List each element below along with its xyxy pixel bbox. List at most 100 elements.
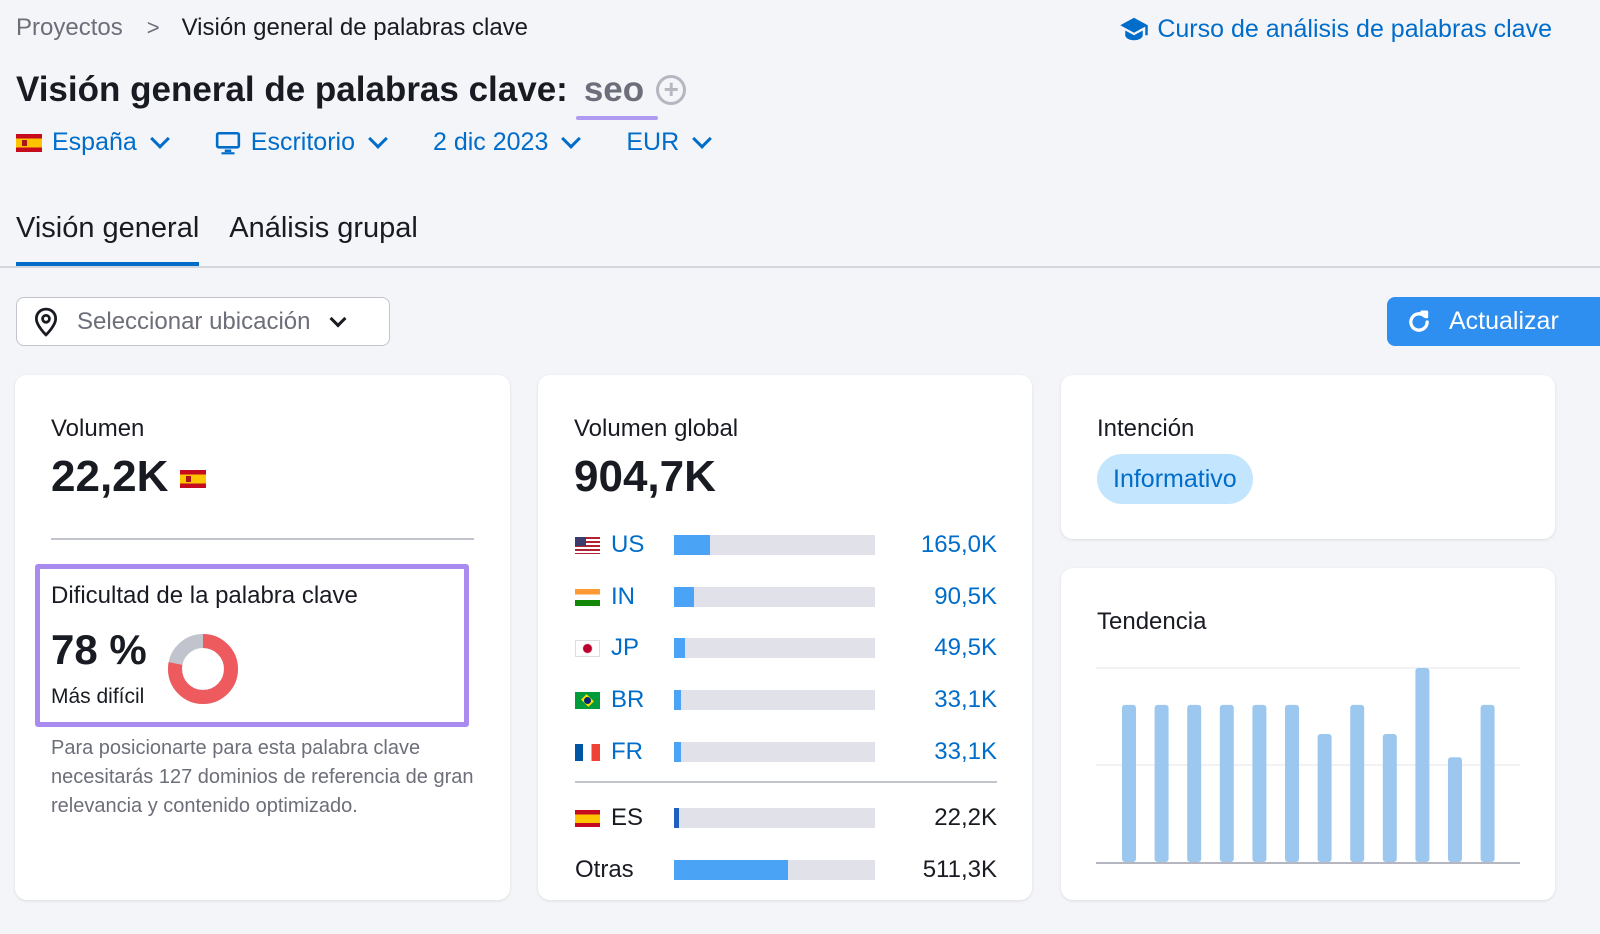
map-pin-icon — [34, 307, 58, 337]
intent-badge[interactable]: Informativo — [1097, 454, 1253, 504]
trend-chart — [1096, 667, 1520, 864]
course-link[interactable]: Curso de análisis de palabras clave — [1119, 14, 1552, 44]
card-divider — [51, 538, 474, 540]
tab-overview[interactable]: Visión general — [16, 212, 200, 266]
plus-circle-icon[interactable]: + — [656, 75, 687, 105]
date-label: 2 dic 2023 — [432, 128, 549, 156]
country-dropdown[interactable]: España — [16, 128, 170, 157]
breadcrumb: Proyectos > Visión general de palabras c… — [16, 14, 528, 42]
trend-bar[interactable] — [1154, 704, 1169, 862]
trend-bar[interactable] — [1415, 668, 1430, 862]
country-volume[interactable]: 90,5K — [875, 583, 997, 611]
country-volume: 22,2K — [934, 804, 997, 831]
country-row-us: US 165,0K — [575, 530, 997, 560]
trend-bar[interactable] — [1187, 704, 1202, 862]
spain-flag-icon — [180, 470, 207, 488]
volume-bar-fill — [674, 860, 788, 880]
country-code[interactable]: IN — [611, 583, 674, 611]
difficulty-description: Para posicionarte para esta palabra clav… — [51, 737, 474, 817]
france-flag-icon — [575, 743, 600, 761]
refresh-label: Actualizar — [1449, 307, 1559, 335]
course-link-label: Curso de análisis de palabras clave — [1157, 14, 1552, 43]
device-dropdown[interactable]: Escritorio — [215, 128, 388, 157]
country-row-fr: FR 33,1K — [575, 737, 997, 767]
trend-bar[interactable] — [1252, 704, 1267, 862]
volume-bar-fill — [674, 535, 711, 555]
us-flag-icon — [575, 536, 600, 554]
device-label: Escritorio — [250, 128, 355, 156]
volume-label: Volumen — [51, 415, 145, 442]
country-row-br: BR 33,1K — [575, 685, 997, 715]
volume-value-row: 22,2K — [51, 452, 207, 502]
trend-bar[interactable] — [1382, 733, 1397, 862]
chevron-down-icon — [561, 128, 582, 149]
country-row-in: IN 90,5K — [575, 582, 997, 612]
global-volume-value: 904,7K — [574, 452, 716, 501]
country-code[interactable]: BR — [611, 686, 674, 714]
difficulty-value: 78 % — [51, 626, 147, 673]
volume-bar-fill — [674, 587, 695, 607]
country-volume[interactable]: 165,0K — [875, 531, 997, 559]
difficulty-level: Más difícil — [51, 685, 145, 708]
difficulty-label: Dificultad de la palabra clave — [51, 582, 358, 609]
volume-bar — [674, 860, 875, 880]
chevron-down-icon — [149, 128, 170, 149]
country-row-others: Otras 511,3K — [575, 855, 997, 885]
trend-bar[interactable] — [1448, 757, 1462, 862]
japan-flag-icon — [575, 639, 600, 657]
country-volume[interactable]: 33,1K — [875, 686, 997, 714]
volume-value: 22,2K — [51, 452, 169, 501]
trend-bar[interactable] — [1122, 704, 1136, 862]
volume-bar — [674, 742, 875, 762]
country-code: ES — [611, 804, 644, 831]
breadcrumb-projects-link[interactable]: Proyectos — [16, 14, 123, 42]
filters-bar: España Escritorio 2 dic 2023 EUR — [16, 128, 757, 157]
breadcrumb-current: Visión general de palabras clave — [181, 14, 529, 41]
card-divider — [575, 781, 997, 783]
country-row-jp: JP 49,5K — [575, 633, 997, 663]
tab-group-analysis[interactable]: Análisis grupal — [229, 212, 418, 266]
trend-bar[interactable] — [1480, 704, 1495, 862]
country-volume: 511,3K — [922, 856, 997, 883]
trend-bar[interactable] — [1317, 733, 1332, 862]
refresh-button[interactable]: Actualizar — [1387, 297, 1600, 346]
difficulty-donut — [168, 634, 238, 704]
country-code[interactable]: US — [611, 531, 674, 559]
volume-bar — [674, 690, 875, 710]
trend-label: Tendencia — [1097, 608, 1207, 635]
currency-label: EUR — [626, 128, 680, 156]
currency-dropdown[interactable]: EUR — [626, 128, 713, 157]
date-dropdown[interactable]: 2 dic 2023 — [432, 128, 582, 157]
trend-bar[interactable] — [1219, 704, 1234, 862]
volume-bar — [674, 587, 875, 607]
tabs-divider — [0, 266, 1600, 268]
spain-flag-icon — [16, 133, 42, 152]
trend-bar[interactable] — [1285, 704, 1299, 862]
trend-bar[interactable] — [1350, 704, 1365, 862]
tabs: Visión general Análisis grupal — [16, 212, 448, 266]
others-label: Otras — [575, 856, 634, 883]
refresh-icon — [1409, 309, 1429, 332]
volume-bar — [674, 808, 875, 828]
india-flag-icon — [575, 588, 600, 606]
country-volume[interactable]: 33,1K — [875, 738, 997, 766]
country-label: España — [52, 128, 137, 156]
country-code[interactable]: JP — [611, 634, 674, 662]
chevron-down-icon — [329, 310, 347, 327]
volume-bar — [674, 638, 875, 658]
country-code[interactable]: FR — [611, 738, 674, 766]
intent-label: Intención — [1097, 415, 1195, 442]
location-select[interactable]: Seleccionar ubicación — [16, 297, 390, 346]
page-title: Visión general de palabras clave: seo + — [16, 70, 687, 120]
volume-bar-fill — [674, 638, 686, 658]
desktop-icon — [215, 131, 240, 154]
country-volume[interactable]: 49,5K — [875, 634, 997, 662]
country-row-es: ES 22,2K — [575, 803, 997, 833]
chevron-down-icon — [368, 128, 388, 149]
volume-bar-fill — [674, 742, 682, 762]
page-title-text: Visión general de palabras clave: — [16, 70, 568, 109]
chevron-right-icon: > — [146, 15, 160, 40]
keyword: seo — [575, 70, 659, 120]
global-volume-label: Volumen global — [574, 415, 739, 442]
volume-bar — [674, 535, 875, 555]
